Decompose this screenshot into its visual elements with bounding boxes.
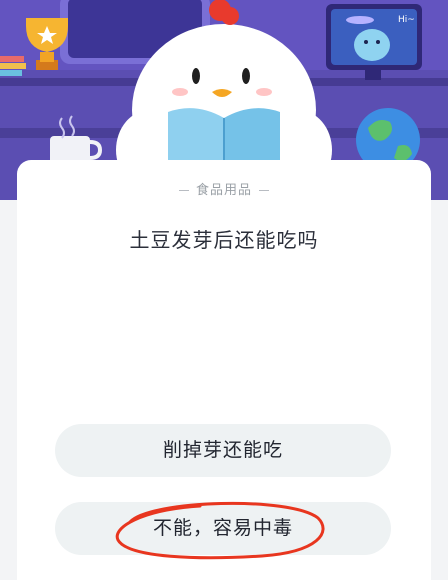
left-dash xyxy=(178,190,189,191)
right-dash xyxy=(259,190,269,191)
question-category: 食品用品 xyxy=(0,179,448,198)
question-title: 土豆发芽后还能吃吗 xyxy=(129,228,319,252)
answer-option-2[interactable]: 不能，容易中毒 xyxy=(55,502,391,555)
category-label: 食品用品 xyxy=(195,183,252,198)
answer-option-1[interactable]: 削掉芽还能吃 xyxy=(55,424,391,477)
speech-text: Hi~ xyxy=(398,15,415,25)
